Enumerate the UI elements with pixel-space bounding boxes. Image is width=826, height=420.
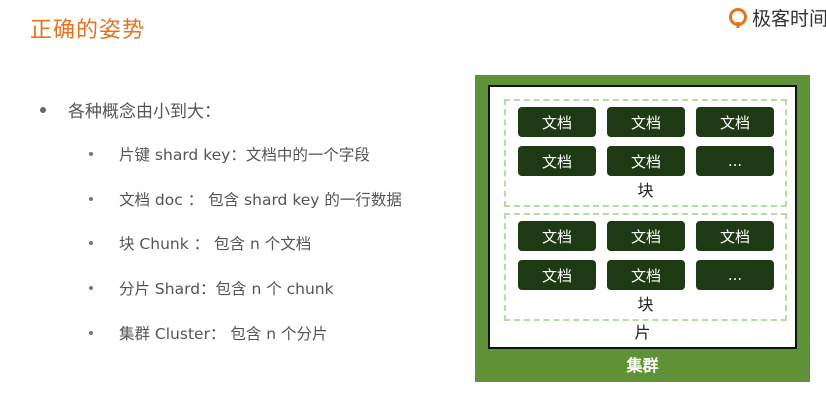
doc-block: 文档 [607,107,685,137]
concept-item-doc: 文档 doc ： 包含 shard key 的一行数据 [86,188,402,233]
doc-block: 文档 [607,221,685,251]
doc-block: 文档 [518,221,596,251]
concept-list: 片键 shard key：文档中的一个字段 文档 doc ： 包含 shard … [86,143,402,366]
doc-block-ellipsis: ... [696,146,774,176]
chunk-label: 块 [637,295,654,314]
cluster-box: 文档 文档 文档 文档 文档 ... 块 文档 文档 文档 文档 文档 ... … [475,75,810,382]
concept-heading-text: 各种概念由小到大： [68,102,221,122]
page-title: 正确的姿势 [30,18,146,43]
chunk-label: 块 [637,181,654,200]
bullet-dot [89,196,93,201]
doc-block: 文档 [518,146,596,176]
doc-block-ellipsis: ... [696,260,774,290]
bullet-dot [89,241,93,246]
doc-block: 文档 [518,107,596,137]
bullet-dot [89,152,93,156]
concept-item-cluster: 集群 Cluster： 包含 n 个分片 [86,322,402,367]
list-item-text: 文档 doc ： 包含 shard key 的一行数据 [119,190,402,209]
bullet-dot [89,286,93,291]
concept-item-shard: 分片 Shard：包含 n 个 chunk [86,277,402,322]
cluster-label: 集群 [626,356,659,375]
logo-text: 极客时间 [751,8,826,30]
geektime-logo-icon [728,7,747,28]
doc-block: 文档 [607,146,685,176]
shard-box: 文档 文档 文档 文档 文档 ... 块 文档 文档 文档 文档 文档 ... … [488,85,797,349]
list-item-text: 片键 shard key：文档中的一个字段 [119,146,370,164]
doc-block: 文档 [518,260,596,290]
chunk-box: 文档 文档 文档 文档 文档 ... 块 [504,213,787,321]
list-item-text: 块 Chunk ： 包含 n 个文档 [119,235,312,254]
doc-block: 文档 [607,260,685,290]
chunk-box: 文档 文档 文档 文档 文档 ... 块 [504,99,787,207]
concept-item-shard-key: 片键 shard key：文档中的一个字段 [86,143,402,188]
bullet-dot [89,330,93,335]
bullet-dot [40,106,46,113]
doc-block: 文档 [696,221,774,251]
doc-block: 文档 [696,107,774,137]
concept-item-chunk: 块 Chunk ： 包含 n 个文档 [86,232,402,277]
list-item-text: 分片 Shard：包含 n 个 chunk [119,280,334,299]
list-item-text: 集群 Cluster： 包含 n 个分片 [119,324,328,343]
logo: 极客时间 [728,4,826,31]
shard-label: 片 [634,323,651,342]
concept-heading: 各种概念由小到大： [40,97,221,122]
